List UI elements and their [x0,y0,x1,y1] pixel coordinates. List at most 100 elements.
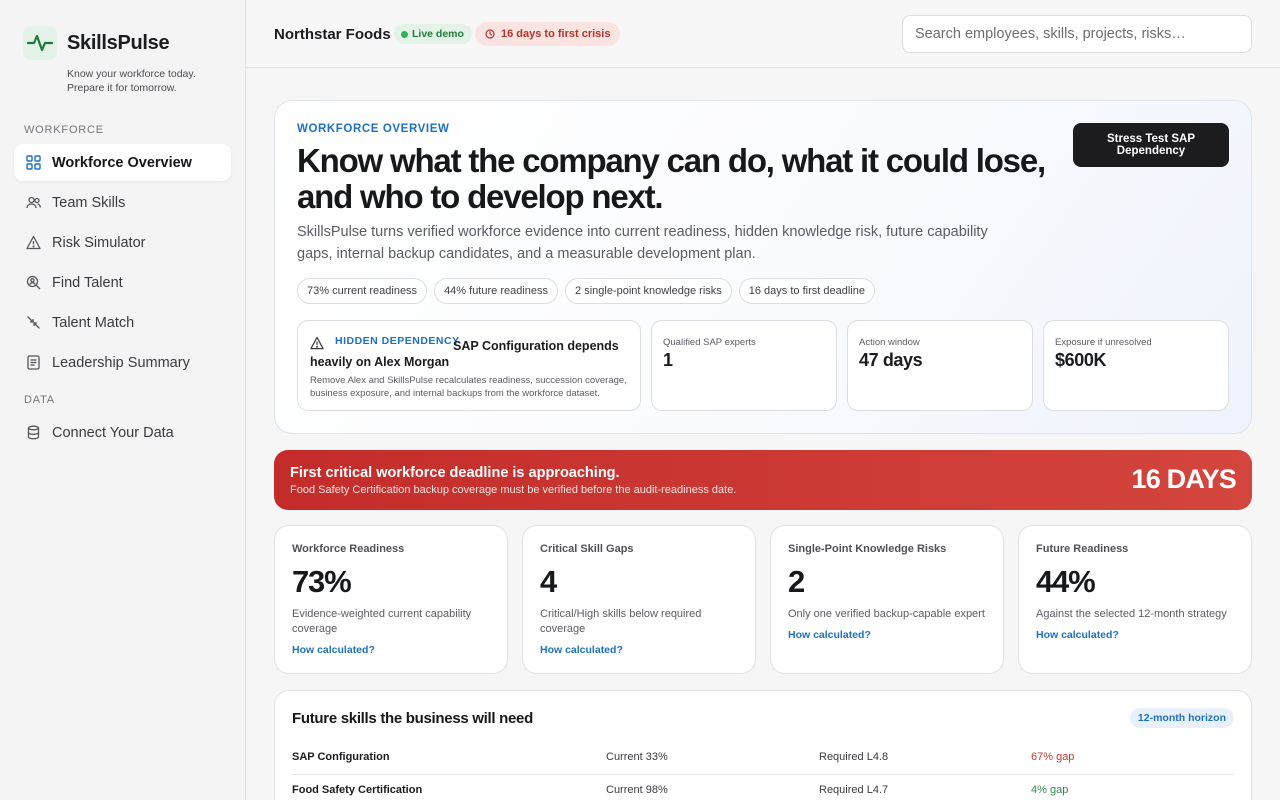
stat-card-sap-experts: Qualified SAP experts 1 [651,320,837,411]
sidebar: SkillsPulse Know your workforce today. P… [0,0,246,800]
how-calculated-link[interactable]: How calculated? [788,629,871,641]
hero-eyebrow: WORKFORCE OVERVIEW [297,123,450,135]
stat-label: Exposure if unresolved [1055,337,1152,348]
kpi-card-knowledge-risks: Single-Point Knowledge Risks 2 Only one … [770,525,1004,674]
kpi-description: Only one verified backup-capable expert [788,608,985,620]
chip-future-readiness: 44% future readiness [434,278,559,304]
kpi-card-critical-skill-gaps: Critical Skill Gaps 4 Critical/High skil… [522,525,756,674]
search-person-icon [25,275,41,291]
dependency-eyebrow: HIDDEN DEPENDENCY [335,335,460,347]
how-calculated-link[interactable]: How calculated? [292,644,375,656]
hero-description: SkillsPulse turns verified workforce evi… [297,224,988,262]
how-calculated-link[interactable]: How calculated? [540,644,623,656]
hero-chips: 73% current readiness 44% future readine… [297,278,875,304]
search-input[interactable] [902,15,1252,53]
stat-card-exposure: Exposure if unresolved $600K [1043,320,1229,411]
skill-required: Required L4.7 [819,784,889,796]
skill-name: Food Safety Certification [292,784,423,796]
future-skills-title: Future skills the business will need [292,710,533,727]
chip-deadline: 16 days to first deadline [738,278,875,304]
sidebar-item-risk-simulator[interactable]: Risk Simulator [14,224,231,261]
database-icon [25,425,41,441]
warning-icon [310,336,324,355]
chip-current-readiness: 73% current readiness [297,278,428,304]
stat-label: Qualified SAP experts [663,337,756,348]
sidebar-item-label: Connect Your Data [52,424,174,441]
kpi-label: Critical Skill Gaps [540,543,634,555]
skill-required: Required L4.8 [819,751,889,763]
crisis-countdown-badge[interactable]: 16 days to first crisis [475,22,621,46]
skill-gap: 4% gap [1031,784,1069,796]
sidebar-item-connect-data[interactable]: Connect Your Data [14,414,231,451]
dependency-title-line-1: SAP Configuration depends [453,339,619,353]
live-dot-icon [401,30,408,38]
kpi-label: Future Readiness [1036,543,1129,555]
stat-label: Action window [859,337,920,348]
dependency-description: Remove Alex and SkillsPulse recalculates… [310,375,627,399]
top-bar: Northstar Foods Live demo 16 days to fir… [246,0,1280,68]
future-skills-card: Future skills the business will need 12-… [274,690,1252,800]
kpi-value: 73% [292,564,352,599]
stress-test-button[interactable]: Stress Test SAP Dependency [1073,123,1229,167]
live-demo-label: Live demo [412,28,464,40]
stat-value: 47 days [859,350,923,370]
sidebar-item-label: Risk Simulator [52,234,146,251]
clock-icon [485,29,495,39]
brand-name: SkillsPulse [67,31,170,54]
nav-section-workforce: WORKFORCE [24,124,104,136]
sidebar-item-label: Team Skills [52,194,126,211]
hidden-dependency-card[interactable]: HIDDEN DEPENDENCY SAP Configuration depe… [297,320,641,411]
kpi-description: Critical/High skills below required cove… [540,608,702,635]
crisis-countdown-label: 16 days to first crisis [501,28,611,40]
kpi-card-future-readiness: Future Readiness 44% Against the selecte… [1018,525,1252,674]
pulse-icon [23,26,57,60]
live-demo-badge: Live demo [394,24,472,44]
table-row[interactable]: Food Safety Certification Current 98% Re… [292,774,1234,800]
company-name: Northstar Foods [274,26,391,43]
nav-section-data: DATA [24,394,55,406]
sidebar-item-workforce-overview[interactable]: Workforce Overview [14,144,231,181]
sidebar-item-find-talent[interactable]: Find Talent [14,264,231,301]
sidebar-item-leadership-summary[interactable]: Leadership Summary [14,344,231,381]
skill-current: Current 33% [606,751,668,763]
sidebar-item-team-skills[interactable]: Team Skills [14,184,231,221]
brand-tagline: Know your workforce today. Prepare it fo… [67,67,227,95]
skill-gap: 67% gap [1031,751,1075,763]
kpi-description: Evidence-weighted current capability cov… [292,608,472,635]
hero-card: WORKFORCE OVERVIEW Know what the company… [274,100,1252,434]
kpi-label: Single-Point Knowledge Risks [788,543,947,555]
brand[interactable]: SkillsPulse [23,26,170,60]
kpi-value: 44% [1036,564,1096,599]
sidebar-item-label: Talent Match [52,314,135,331]
sidebar-item-talent-match[interactable]: Talent Match [14,304,231,341]
warning-icon [25,235,41,251]
kpi-label: Workforce Readiness [292,543,405,555]
how-calculated-link[interactable]: How calculated? [1036,629,1119,641]
users-icon [25,195,41,211]
grid-icon [25,155,41,171]
dependency-title-line-2: heavily on Alex Morgan [310,355,450,369]
stat-card-action-window: Action window 47 days [847,320,1033,411]
tagline-line-2: Prepare it for tomorrow. [67,82,177,94]
kpi-card-workforce-readiness: Workforce Readiness 73% Evidence-weighte… [274,525,508,674]
skill-name: SAP Configuration [292,751,390,763]
match-arrows-icon [25,315,41,331]
hero-title: Know what the company can do, what it co… [297,142,1046,215]
skill-current: Current 98% [606,784,668,796]
sidebar-item-label: Workforce Overview [52,154,192,171]
sidebar-item-label: Find Talent [52,274,123,291]
horizon-badge[interactable]: 12-month horizon [1129,708,1234,728]
alert-subtitle: Food Safety Certification backup coverag… [290,484,737,496]
alert-days-count: 16 DAYS [1131,464,1237,494]
stat-value: $600K [1055,350,1107,370]
alert-title: First critical workforce deadline is app… [290,465,620,481]
tagline-line-1: Know your workforce today. [67,68,196,80]
chip-knowledge-risks: 2 single-point knowledge risks [565,278,732,304]
deadline-alert-banner[interactable]: First critical workforce deadline is app… [274,450,1252,510]
document-icon [25,355,41,371]
sidebar-item-label: Leadership Summary [52,354,190,371]
kpi-description: Against the selected 12-month strategy [1036,608,1227,620]
stat-value: 1 [663,350,673,370]
kpi-value: 4 [540,564,557,599]
table-row[interactable]: SAP Configuration Current 33% Required L… [292,741,1234,774]
